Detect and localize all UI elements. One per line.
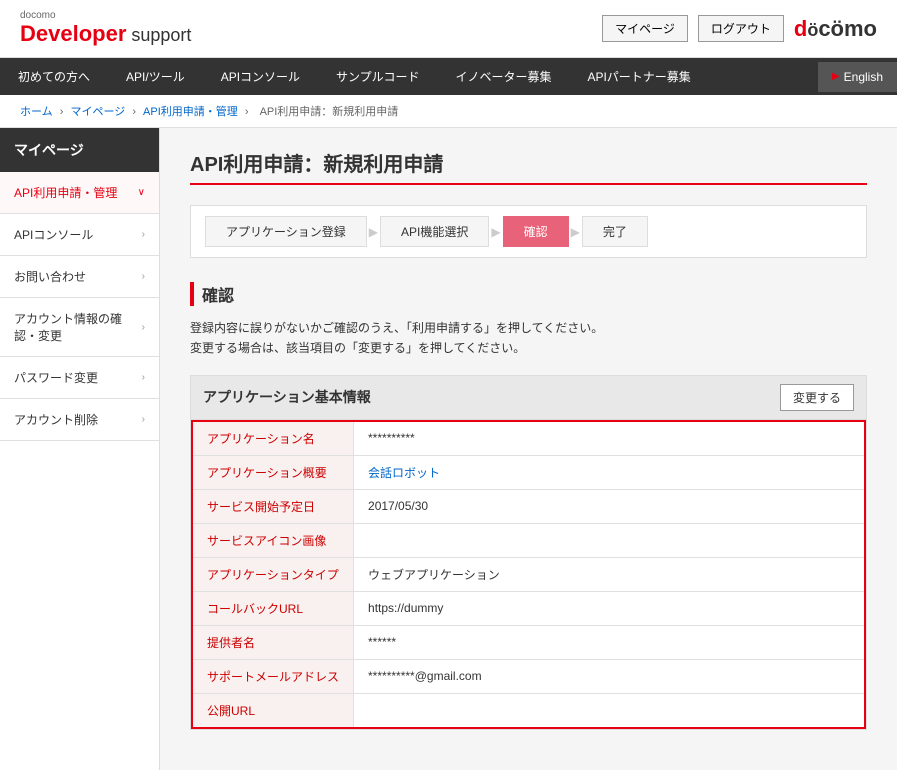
docomo-logo: döcömo xyxy=(794,16,877,42)
sidebar-item-account-info[interactable]: アカウント情報の確認・変更 › xyxy=(0,298,159,357)
value-service-start: 2017/05/30 xyxy=(354,489,865,523)
app-summary-link[interactable]: 会話ロボット xyxy=(368,466,440,480)
nav-item-partner[interactable]: APIパートナー募集 xyxy=(569,58,708,95)
table-row: サービスアイコン画像 xyxy=(192,523,865,557)
change-button[interactable]: 変更する xyxy=(780,384,854,411)
section-title-confirm: 確認 xyxy=(190,282,867,306)
step-arrow-1: ▶ xyxy=(369,225,378,239)
english-arrow-icon: ▶ xyxy=(832,71,840,82)
nav-item-innovator[interactable]: イノベーター募集 xyxy=(437,58,569,95)
breadcrumb-current: API利用申請：新規利用申請 xyxy=(260,106,399,118)
step-app-register: アプリケーション登録 xyxy=(205,216,367,247)
table-row: サポートメールアドレス **********@gmail.com xyxy=(192,659,865,693)
docomo-small-label: docomo xyxy=(20,10,191,21)
logo-area: docomo Developer support xyxy=(20,10,191,47)
app-info-table: アプリケーション名 ********** アプリケーション概要 会話ロボット サ… xyxy=(191,420,866,729)
table-row: サービス開始予定日 2017/05/30 xyxy=(192,489,865,523)
breadcrumb-api-mgmt[interactable]: API利用申請・管理 xyxy=(143,106,238,118)
label-app-summary: アプリケーション概要 xyxy=(192,455,354,489)
value-app-type: ウェブアプリケーション xyxy=(354,557,865,591)
sidebar-label-inquiry: お問い合わせ xyxy=(14,268,86,285)
page-title: API利用申請：新規利用申請 xyxy=(190,148,867,177)
sidebar-item-password[interactable]: パスワード変更 › xyxy=(0,357,159,399)
main-nav: 初めての方へ API/ツール APIコンソール サンプルコード イノベーター募集… xyxy=(0,58,897,95)
chevron-right-icon-5: › xyxy=(142,414,145,425)
step-api-select: API機能選択 xyxy=(380,216,489,247)
sidebar-label-account-info: アカウント情報の確認・変更 xyxy=(14,310,142,344)
logo-developer-text: Developer xyxy=(20,21,126,46)
chevron-down-icon: ∨ xyxy=(138,187,145,198)
chevron-right-icon-4: › xyxy=(142,372,145,383)
sidebar-label-password: パスワード変更 xyxy=(14,369,98,386)
my-page-button[interactable]: マイページ xyxy=(602,15,688,42)
label-support-email: サポートメールアドレス xyxy=(192,659,354,693)
nav-item-hajimete[interactable]: 初めての方へ xyxy=(0,58,108,95)
value-public-url xyxy=(354,693,865,728)
sidebar-label-api-mgmt: API利用申請・管理 xyxy=(14,184,117,201)
main-layout: マイページ API利用申請・管理 ∨ APIコンソール › お問い合わせ › ア… xyxy=(0,128,897,770)
logo: Developer support xyxy=(20,21,191,47)
confirm-text-line1: 登録内容に誤りがないかご確認のうえ、「利用申請する」を押してください。 xyxy=(190,318,867,338)
sidebar-title: マイページ xyxy=(0,128,159,172)
step-confirm: 確認 xyxy=(503,216,569,247)
sidebar-item-delete[interactable]: アカウント削除 › xyxy=(0,399,159,441)
breadcrumb-sep3: › xyxy=(245,106,252,118)
breadcrumb: ホーム › マイページ › API利用申請・管理 › API利用申請：新規利用申… xyxy=(0,95,897,128)
sidebar-label-delete: アカウント削除 xyxy=(14,411,98,428)
app-info-section: アプリケーション基本情報 変更する アプリケーション名 ********** ア… xyxy=(190,375,867,730)
label-public-url: 公開URL xyxy=(192,693,354,728)
logo-support-text: support xyxy=(126,25,191,45)
nav-item-api-tools[interactable]: API/ツール xyxy=(108,58,203,95)
confirm-description: 登録内容に誤りがないかご確認のうえ、「利用申請する」を押してください。 変更する… xyxy=(190,318,867,359)
step-arrow-3: ▶ xyxy=(571,225,580,239)
table-row: 公開URL xyxy=(192,693,865,728)
table-row: コールバックURL https://dummy xyxy=(192,591,865,625)
label-provider: 提供者名 xyxy=(192,625,354,659)
sidebar-item-inquiry[interactable]: お問い合わせ › xyxy=(0,256,159,298)
nav-item-sample[interactable]: サンプルコード xyxy=(318,58,437,95)
step-arrow-2: ▶ xyxy=(491,225,500,239)
sidebar: マイページ API利用申請・管理 ∨ APIコンソール › お問い合わせ › ア… xyxy=(0,128,160,770)
steps-bar: アプリケーション登録 ▶ API機能選択 ▶ 確認 ▶ 完了 xyxy=(190,205,867,258)
value-app-summary: 会話ロボット xyxy=(354,455,865,489)
chevron-right-icon-2: › xyxy=(142,271,145,282)
value-support-email: **********@gmail.com xyxy=(354,659,865,693)
table-row: アプリケーション概要 会話ロボット xyxy=(192,455,865,489)
breadcrumb-home[interactable]: ホーム xyxy=(20,106,53,118)
chevron-right-icon-1: › xyxy=(142,229,145,240)
value-callback-url: https://dummy xyxy=(354,591,865,625)
header: docomo Developer support マイページ ログアウト döc… xyxy=(0,0,897,58)
label-app-name: アプリケーション名 xyxy=(192,421,354,456)
sidebar-item-api-mgmt[interactable]: API利用申請・管理 ∨ xyxy=(0,172,159,214)
main-content: API利用申請：新規利用申請 アプリケーション登録 ▶ API機能選択 ▶ 確認… xyxy=(160,128,897,770)
value-service-icon xyxy=(354,523,865,557)
app-info-title: アプリケーション基本情報 xyxy=(203,387,371,407)
title-divider xyxy=(190,183,867,185)
confirm-text-line2: 変更する場合は、該当項目の「変更する」を押してください。 xyxy=(190,338,867,358)
sidebar-item-api-console[interactable]: APIコンソール › xyxy=(0,214,159,256)
app-info-header: アプリケーション基本情報 変更する xyxy=(191,376,866,420)
english-selector[interactable]: ▶ English xyxy=(818,62,897,92)
step-complete: 完了 xyxy=(582,216,648,247)
label-app-type: アプリケーションタイプ xyxy=(192,557,354,591)
breadcrumb-mypage[interactable]: マイページ xyxy=(70,106,125,118)
breadcrumb-sep1: › xyxy=(60,106,67,118)
label-service-icon: サービスアイコン画像 xyxy=(192,523,354,557)
english-label: English xyxy=(844,70,883,84)
breadcrumb-sep2: › xyxy=(132,106,139,118)
label-callback-url: コールバックURL xyxy=(192,591,354,625)
logout-button[interactable]: ログアウト xyxy=(698,15,784,42)
value-provider: ****** xyxy=(354,625,865,659)
chevron-right-icon-3: › xyxy=(142,322,145,333)
header-right: マイページ ログアウト döcömo xyxy=(602,15,877,42)
sidebar-label-api-console: APIコンソール xyxy=(14,226,93,243)
table-row: アプリケーションタイプ ウェブアプリケーション xyxy=(192,557,865,591)
table-row: 提供者名 ****** xyxy=(192,625,865,659)
table-row: アプリケーション名 ********** xyxy=(192,421,865,456)
nav-item-api-console[interactable]: APIコンソール xyxy=(203,58,318,95)
value-app-name: ********** xyxy=(354,421,865,456)
label-service-start: サービス開始予定日 xyxy=(192,489,354,523)
